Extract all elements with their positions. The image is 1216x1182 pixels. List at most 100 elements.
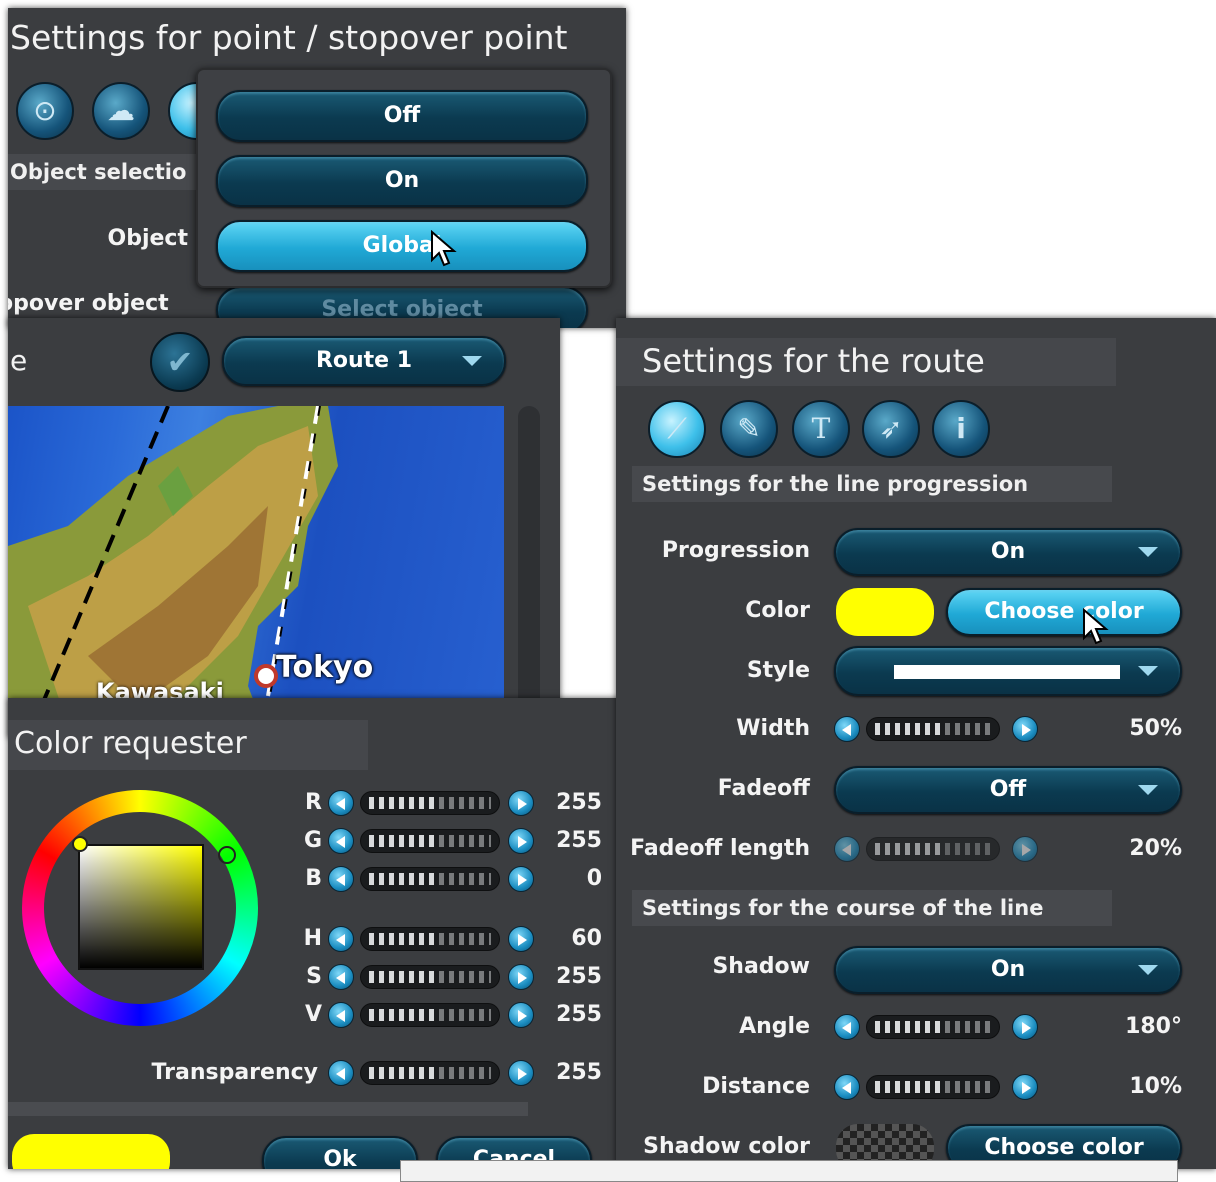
channel-s-increase-button[interactable] <box>508 964 534 990</box>
section-line-progression: Settings for the line progression <box>632 466 1112 502</box>
channel-h-label: H <box>303 926 322 951</box>
width-slider[interactable] <box>866 717 1000 741</box>
channel-b-slider-fill <box>369 873 438 885</box>
line-color-swatch[interactable] <box>836 588 934 636</box>
line-icon[interactable]: ⟋ <box>648 400 706 458</box>
choose-color-button[interactable]: Choose color <box>946 588 1182 636</box>
mouse-cursor-icon <box>1083 608 1109 645</box>
fadeoff-length-value: 20% <box>1129 836 1182 861</box>
channel-s-value: 255 <box>556 964 602 989</box>
channel-h-slider[interactable] <box>360 927 500 951</box>
stopover-object-label: opover object <box>8 291 169 316</box>
color-requester-panel: Color requester R 255 G 255 B 0 H 60 S 255 V 255 Tr… <box>8 698 628 1169</box>
style-select[interactable] <box>834 646 1182 696</box>
distance-increase-button[interactable] <box>1012 1074 1038 1100</box>
channel-g-increase-button[interactable] <box>508 828 534 854</box>
route-select[interactable]: Route 1 <box>222 336 506 386</box>
transparency-slider[interactable] <box>360 1061 500 1085</box>
channel-v-value: 255 <box>556 1002 602 1027</box>
shadow-select[interactable]: On <box>834 946 1182 994</box>
width-slider-fill <box>875 723 941 735</box>
shadow-color-label: Shadow color <box>643 1134 810 1159</box>
channel-b-slider[interactable] <box>360 867 500 891</box>
channel-h-increase-button[interactable] <box>508 926 534 952</box>
shadow-label: Shadow <box>712 954 810 979</box>
ok-button[interactable]: Ok <box>262 1136 418 1169</box>
dropdown-option-on[interactable]: On <box>216 155 588 207</box>
saturation-value-square[interactable] <box>78 844 204 970</box>
channel-g-slider[interactable] <box>360 829 500 853</box>
distance-value: 10% <box>1129 1074 1182 1099</box>
distance-decrease-button[interactable] <box>834 1074 860 1100</box>
divider <box>8 1102 528 1116</box>
color-preview-swatch <box>12 1134 170 1169</box>
chevron-down-icon <box>1138 666 1158 676</box>
progression-label: Progression <box>661 538 810 563</box>
channel-b-increase-button[interactable] <box>508 866 534 892</box>
rocket-icon[interactable]: ➶ <box>862 400 920 458</box>
chevron-down-icon <box>1138 785 1158 795</box>
channel-b-value: 0 <box>586 866 602 891</box>
panel-title: Settings for point / stopover point <box>10 18 568 57</box>
camera-icon[interactable]: i <box>932 400 990 458</box>
section-object-selection: Object selectio <box>8 154 210 190</box>
transparency-increase-button[interactable] <box>508 1060 534 1086</box>
text-icon[interactable]: T <box>792 400 850 458</box>
dropdown-option-global[interactable]: Global <box>216 220 588 272</box>
map-scrollbar[interactable] <box>518 406 540 738</box>
channel-r-label: R <box>305 790 322 815</box>
map-view[interactable]: Tokyo Kawasaki <box>8 406 504 738</box>
map-label-tokyo: Tokyo <box>276 650 374 685</box>
width-decrease-button[interactable] <box>834 716 860 742</box>
brush-icon[interactable]: ✎ <box>720 400 778 458</box>
channel-v-slider-fill <box>369 1009 438 1021</box>
channel-v-decrease-button[interactable] <box>328 1002 354 1028</box>
width-increase-button[interactable] <box>1012 716 1038 742</box>
checkmark-icon[interactable]: ✔ <box>150 332 210 392</box>
angle-increase-button[interactable] <box>1012 1014 1038 1040</box>
channel-r-decrease-button[interactable] <box>328 790 354 816</box>
progression-select[interactable]: On <box>834 528 1182 576</box>
channel-b-decrease-button[interactable] <box>328 866 354 892</box>
dotted-circle-icon[interactable]: ⊙ <box>16 82 74 140</box>
mouse-cursor-icon <box>431 230 457 267</box>
channel-v-label: V <box>304 1002 322 1027</box>
map-panel: e ✔ Route 1 Tokyo Kawasaki <box>8 318 560 738</box>
angle-value: 180° <box>1125 1014 1182 1039</box>
point-settings-panel: Settings for point / stopover point ⊙ ☁ … <box>8 8 626 328</box>
fadeoff-select[interactable]: Off <box>834 766 1182 814</box>
fadeoff-length-decrease-button[interactable] <box>834 836 860 862</box>
channel-g-decrease-button[interactable] <box>328 828 354 854</box>
distance-slider[interactable] <box>866 1075 1000 1099</box>
clouds-icon[interactable]: ☁ <box>92 82 150 140</box>
transparency-decrease-button[interactable] <box>328 1060 354 1086</box>
color-requester-title: Color requester <box>14 726 247 761</box>
channel-h-decrease-button[interactable] <box>328 926 354 952</box>
color-label: Color <box>745 598 810 623</box>
channel-s-slider[interactable] <box>360 965 500 989</box>
channel-r-increase-button[interactable] <box>508 790 534 816</box>
dropdown-option-off[interactable]: Off <box>216 90 588 142</box>
object-label: Object <box>107 226 188 251</box>
width-value: 50% <box>1129 716 1182 741</box>
channel-r-value: 255 <box>556 790 602 815</box>
channel-s-decrease-button[interactable] <box>328 964 354 990</box>
angle-decrease-button[interactable] <box>834 1014 860 1040</box>
channel-s-label: S <box>306 964 322 989</box>
channel-g-value: 255 <box>556 828 602 853</box>
channel-r-slider-fill <box>369 797 438 809</box>
channel-r-slider[interactable] <box>360 791 500 815</box>
fadeoff-length-slider-fill <box>875 843 941 855</box>
channel-v-increase-button[interactable] <box>508 1002 534 1028</box>
angle-slider[interactable] <box>866 1015 1000 1039</box>
fadeoff-length-increase-button[interactable] <box>1012 836 1038 862</box>
fadeoff-label: Fadeoff <box>717 776 810 801</box>
width-label: Width <box>736 716 810 741</box>
progression-value: On <box>990 539 1026 564</box>
shadow-value: On <box>990 957 1026 982</box>
hue-picker-handle[interactable] <box>218 846 236 864</box>
channel-v-slider[interactable] <box>360 1003 500 1027</box>
fadeoff-length-slider[interactable] <box>866 837 1000 861</box>
chevron-down-icon <box>462 356 482 366</box>
sv-picker-handle[interactable] <box>72 836 88 852</box>
